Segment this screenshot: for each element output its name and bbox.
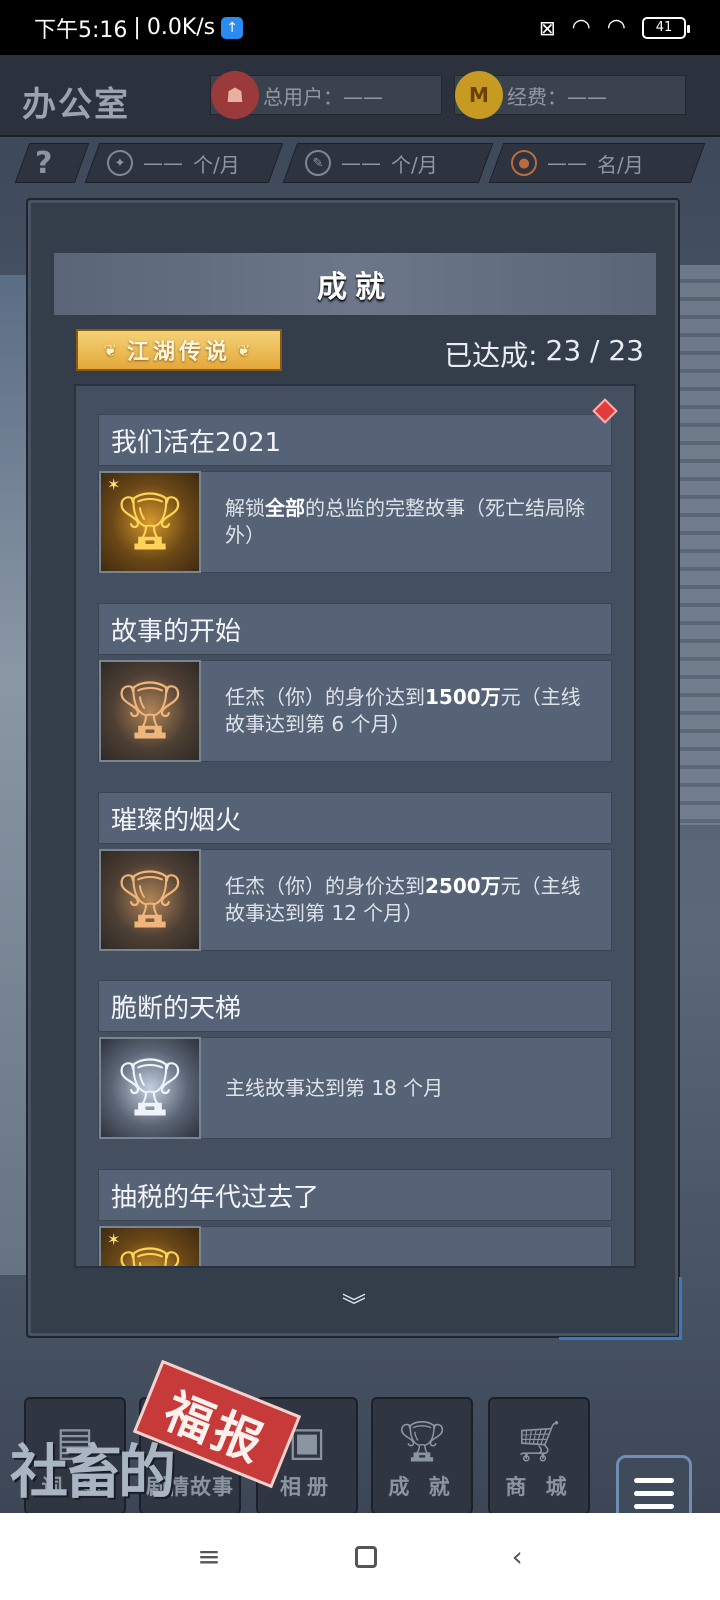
achievement-body: 🏆︎ 任杰（你）的身价达到1500万元（主线故事达到第 6 个月）	[98, 660, 612, 762]
rank-badge: ❦ 江湖传说 ❦	[76, 329, 282, 371]
nav-shop-button[interactable]: 🛒︎ 商 城	[488, 1397, 590, 1513]
achieved-value: 23 / 23	[545, 334, 645, 367]
page-title: 办公室	[22, 85, 130, 125]
help-button[interactable]: ?	[14, 143, 90, 183]
funds-label: 经费：——	[507, 84, 607, 109]
game-logo: 社畜的 福报	[6, 1359, 306, 1506]
no-sim-icon: ⊠	[538, 15, 556, 40]
achievement-item[interactable]: 我们活在2021 ✶ 🏆︎ 解锁全部的总监的完整故事（死亡结局除外）	[98, 398, 618, 573]
menu-icon-bar	[634, 1503, 674, 1509]
achievement-body: ✶🏆︎	[98, 1226, 612, 1266]
achievement-item[interactable]: 故事的开始 🏆︎ 任杰（你）的身价达到1500万元（主线故事达到第 6 个月）	[98, 603, 612, 762]
recents-icon[interactable]: ≡	[197, 1540, 220, 1573]
cart-icon: 🛒︎	[513, 1419, 565, 1465]
achievement-desc: 任杰（你）的身价达到2500万元（主线故事达到第 12 个月）	[225, 874, 581, 925]
lightbulb-icon: ✦	[107, 150, 133, 176]
coin-icon: M	[455, 71, 503, 119]
status-left: 下午5:16 | 0.0K/s ↑	[34, 12, 244, 44]
top-bar: 办公室 ☗ 总用户：—— M 经费：——	[0, 55, 720, 137]
battery-icon: 41	[642, 16, 690, 39]
stat-staff: ● —— 名/月	[488, 143, 706, 183]
upload-icon: ↑	[221, 16, 244, 39]
users-icon: ☗	[211, 71, 259, 119]
achievement-name: 故事的开始	[98, 603, 612, 655]
gold-trophy-icon: ✶🏆︎	[99, 471, 201, 573]
net-speed: 0.0K/s	[146, 15, 216, 40]
wifi-icon: ◠	[606, 15, 626, 40]
wrench-icon: ✎	[305, 150, 331, 176]
achievement-body: 🏆︎ 任杰（你）的身价达到2500万元（主线故事达到第 12 个月）	[98, 849, 612, 951]
achievement-item[interactable]: 璀璨的烟火 🏆︎ 任杰（你）的身价达到2500万元（主线故事达到第 12 个月）	[98, 792, 612, 951]
status-time: 下午5:16	[34, 17, 128, 43]
achievement-item[interactable]: 抽税的年代过去了 ✶🏆︎	[98, 1169, 612, 1266]
achievements-modal: 成就 ❦ 江湖传说 ❦ 已达成: 23 / 23 我们活在2021 ✶ 🏆︎ 解锁…	[26, 198, 682, 1340]
achieved-count: 已达成: 23 / 23	[444, 334, 644, 374]
achievement-name: 脆断的天梯	[98, 980, 612, 1032]
help-icon: ?	[35, 145, 53, 181]
achieved-label: 已达成:	[444, 339, 538, 372]
gold-trophy-icon: ✶🏆︎	[99, 1226, 201, 1266]
achievement-desc: 主线故事达到第 18 个月	[225, 1075, 444, 1100]
achievement-list[interactable]: 我们活在2021 ✶ 🏆︎ 解锁全部的总监的完整故事（死亡结局除外） 故事的开始 …	[74, 384, 636, 1268]
bronze-trophy-icon: 🏆︎	[99, 660, 201, 762]
total-users-pill: ☗ 总用户：——	[210, 71, 442, 119]
total-users-label: 总用户：——	[263, 84, 383, 109]
menu-button[interactable]	[616, 1455, 692, 1513]
game-screen: 办公室 ☗ 总用户：—— M 经费：—— ? ✦ —— 个/月 ✎ —— 个/月…	[0, 55, 720, 1513]
battery-level: 41	[655, 20, 673, 35]
system-nav-bar: ≡ ‹	[0, 1513, 720, 1600]
rank-badge-label: 江湖传说	[126, 340, 231, 365]
achievement-name: 我们活在2021	[98, 414, 612, 466]
laurel-right-icon: ❦	[237, 340, 255, 360]
chevron-double-down-icon[interactable]: ︾	[342, 1286, 366, 1321]
nav-achievements-button[interactable]: 🏆︎ 成 就	[371, 1397, 473, 1513]
laurel-left-icon: ❦	[103, 340, 121, 360]
back-icon[interactable]: ‹	[512, 1540, 523, 1573]
funds-pill: M 经费：——	[454, 71, 686, 119]
achievement-body: ✶ 🏆︎ 解锁全部的总监的完整故事（死亡结局除外）	[98, 471, 612, 573]
wifi-plus-icon: ◠	[571, 15, 591, 40]
stat-ideas: ✦ —— 个/月	[84, 143, 284, 183]
achievement-body: 🏆︎ 主线故事达到第 18 个月	[98, 1037, 612, 1139]
menu-icon-bar	[634, 1477, 674, 1483]
stats-row: ? ✦ —— 个/月 ✎ —— 个/月 ● —— 名/月	[0, 143, 720, 187]
trophy-icon: 🏆︎	[396, 1419, 448, 1465]
achievement-name: 抽税的年代过去了	[98, 1169, 612, 1221]
achievement-desc: 解锁全部的总监的完整故事（死亡结局除外）	[225, 496, 585, 547]
menu-icon-bar	[634, 1490, 674, 1496]
stat-tools: ✎ —— 个/月	[282, 143, 494, 183]
home-icon[interactable]	[355, 1545, 378, 1568]
silver-trophy-icon: 🏆︎	[99, 1037, 201, 1139]
bronze-trophy-icon: 🏆︎	[99, 849, 201, 951]
modal-title: 成就	[54, 253, 656, 315]
achievement-item[interactable]: 脆断的天梯 🏆︎ 主线故事达到第 18 个月	[98, 980, 612, 1139]
achievement-name: 璀璨的烟火	[98, 792, 612, 844]
status-bar: 下午5:16 | 0.0K/s ↑ ⊠ ◠ ◠ 41	[0, 0, 720, 55]
achievement-desc: 任杰（你）的身价达到1500万元（主线故事达到第 6 个月）	[225, 685, 581, 736]
status-right: ⊠ ◠ ◠ 41	[538, 15, 690, 40]
person-icon: ●	[511, 150, 537, 176]
